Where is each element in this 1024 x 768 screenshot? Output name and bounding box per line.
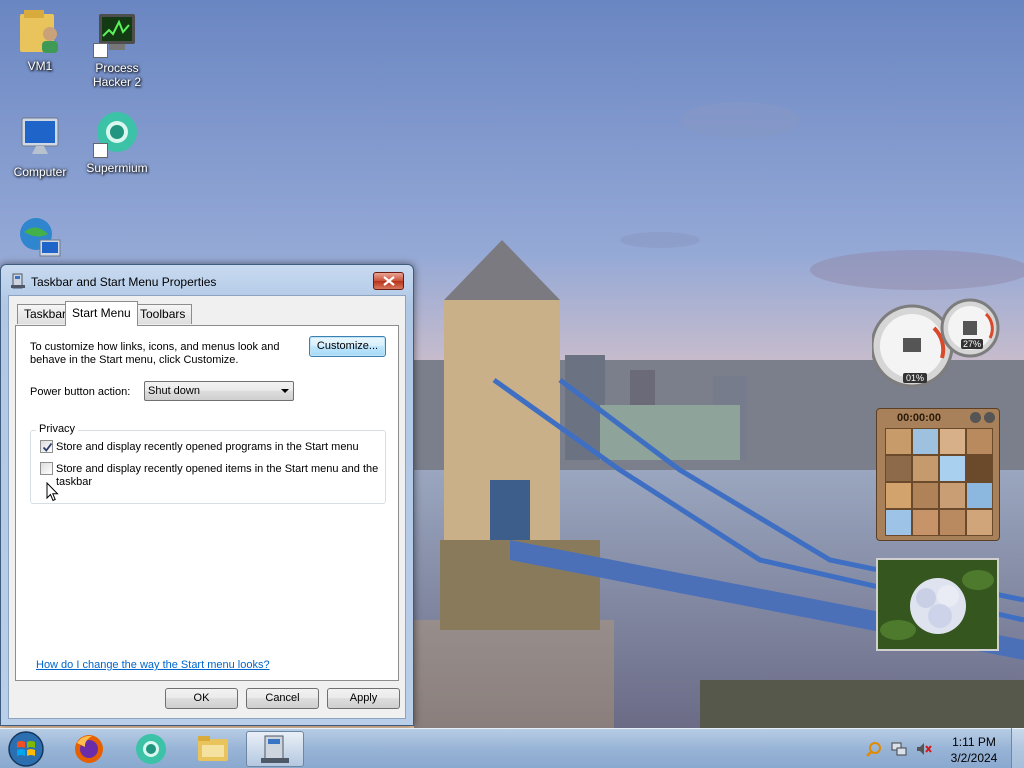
desktop-icon-vm1[interactable]: VM1 (0, 8, 80, 73)
power-button-label: Power button action: (30, 386, 131, 398)
clock-date[interactable]: 3/2/2024 (949, 751, 999, 765)
process-hacker-icon (93, 10, 141, 58)
tab-toolbars[interactable]: Toolbars (133, 304, 193, 324)
checkmark-icon (42, 442, 53, 452)
network-globe-icon (16, 214, 64, 262)
taskbar-properties-icon (261, 735, 289, 763)
show-desktop-button[interactable] (1011, 728, 1024, 768)
taskbar-properties-window[interactable] (246, 731, 304, 767)
close-icon (383, 276, 395, 286)
window-title: Taskbar and Start Menu Properties (31, 275, 217, 289)
cancel-button[interactable]: Cancel (246, 688, 319, 709)
title-bar[interactable]: Taskbar and Start Menu Properties (1, 265, 413, 295)
recent-programs-checkbox[interactable] (40, 440, 53, 453)
folder-icon (198, 736, 228, 761)
taskbar-firefox[interactable] (60, 731, 118, 767)
search-tray-icon[interactable] (866, 741, 882, 760)
taskbar (0, 728, 1024, 768)
taskbar-explorer[interactable] (184, 731, 242, 767)
shortcut-arrow-icon (93, 143, 108, 158)
desktop-icon-process-hacker[interactable]: Process Hacker 2 (77, 10, 157, 89)
puzzle-timer: 00:00:00 (897, 412, 942, 424)
taskbar-supermium[interactable] (122, 731, 180, 767)
puzzle-pause-icon[interactable] (984, 412, 995, 423)
desktop-icon-supermium[interactable]: Supermium (77, 110, 157, 175)
network-tray-icon[interactable] (891, 741, 907, 760)
desktop-icon-computer[interactable]: Computer (0, 114, 80, 179)
folder-user-icon (16, 8, 64, 56)
windows-logo-icon (8, 731, 44, 767)
volume-muted-icon[interactable] (916, 741, 932, 760)
power-button-value: Shut down (148, 385, 200, 397)
taskbar-properties-icon (10, 273, 26, 289)
taskbar-start-menu-properties-window[interactable]: Taskbar and Start Menu Properties Taskba… (0, 264, 414, 726)
mouse-cursor-icon (46, 482, 59, 502)
ok-button[interactable]: OK (165, 688, 238, 709)
cpu-meter-gadget[interactable]: 01% 27% (870, 298, 1002, 390)
recent-items-checkbox[interactable] (40, 462, 53, 475)
start-menu-tab-panel: To customize how links, icons, and menus… (15, 325, 399, 681)
close-button[interactable] (373, 272, 404, 290)
shortcut-arrow-icon (93, 43, 108, 58)
picture-puzzle-gadget[interactable]: 00:00:00 (876, 408, 1000, 541)
recent-programs-label[interactable]: Store and display recently opened progra… (56, 441, 359, 454)
supermium-icon (93, 110, 141, 158)
computer-icon (16, 114, 64, 162)
description-line-2: behave in the Start menu, click Customiz… (30, 354, 239, 366)
chevron-down-icon (281, 389, 289, 393)
privacy-group-label: Privacy (36, 423, 79, 436)
description-line-1: To customize how links, icons, and menus… (30, 341, 280, 353)
tab-start-menu[interactable]: Start Menu (65, 301, 138, 326)
puzzle-tiles[interactable] (885, 428, 993, 536)
apply-button[interactable]: Apply (327, 688, 400, 709)
memory-percent: 27% (961, 339, 984, 349)
firefox-icon (75, 735, 103, 763)
supermium-icon (136, 734, 166, 764)
desktop-icon-network[interactable] (0, 214, 80, 265)
puzzle-help-icon[interactable] (970, 412, 981, 423)
power-button-action-select[interactable]: Shut down (144, 381, 294, 401)
recent-items-label-line-2[interactable]: taskbar (56, 476, 92, 489)
cpu-percent: 01% (903, 373, 928, 383)
recent-items-label-line-1[interactable]: Store and display recently opened items … (56, 463, 378, 476)
customize-button[interactable]: Customize... (309, 336, 386, 357)
dialog-client-area: Taskbar Start Menu Toolbars To customize… (8, 295, 406, 719)
clock-time[interactable]: 1:11 PM (949, 735, 999, 749)
help-link[interactable]: How do I change the way the Start menu l… (36, 659, 270, 671)
start-button[interactable] (6, 730, 46, 768)
slideshow-gadget[interactable] (876, 558, 999, 651)
